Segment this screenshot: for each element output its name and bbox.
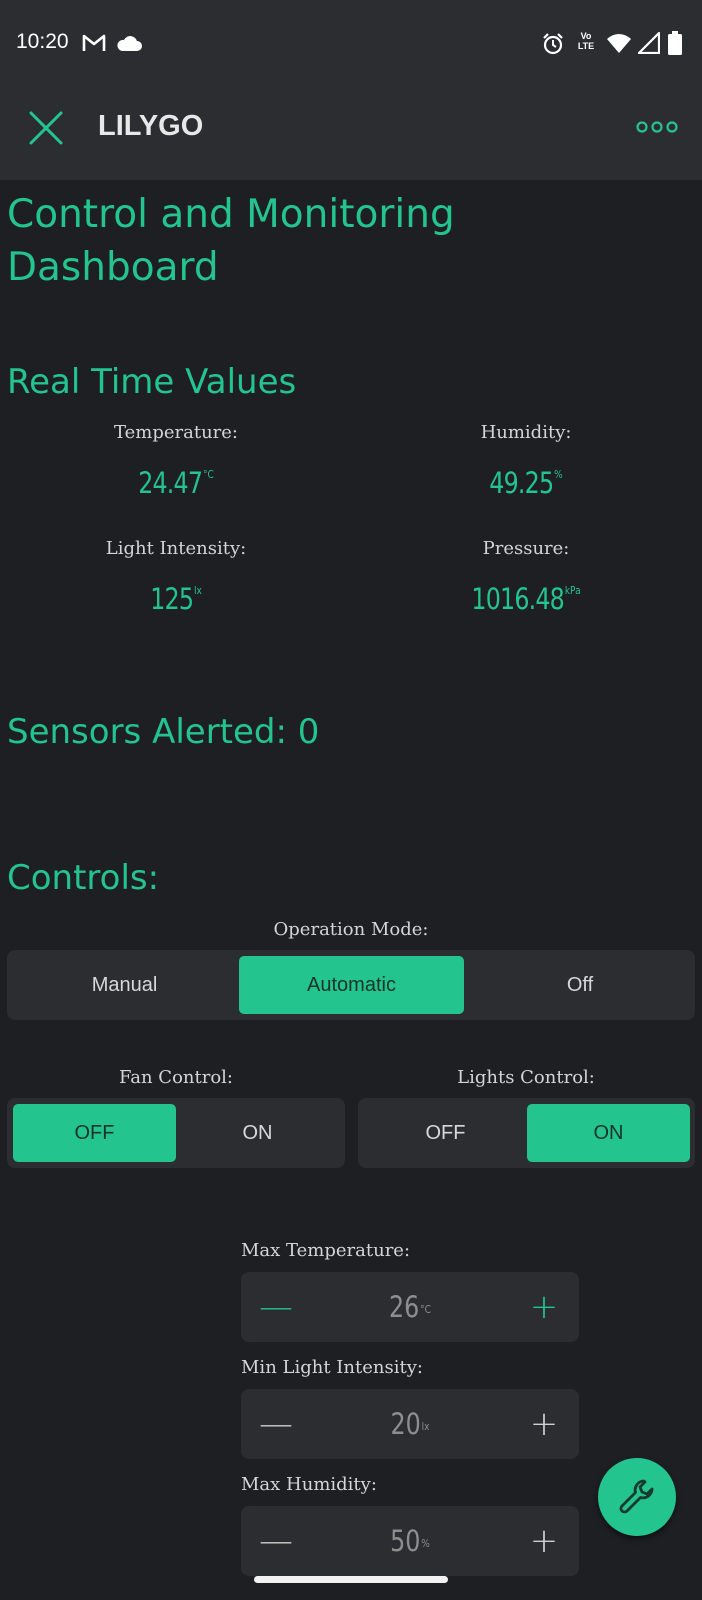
light-label: Light Intensity: — [105, 538, 247, 559]
max-humidity-plus-button[interactable]: + — [509, 1506, 579, 1576]
dashboard-heading: Control and Monitoring Dashboard — [7, 192, 455, 290]
temperature-unit: °C — [202, 468, 214, 481]
fan-control-switch: OFF ON — [7, 1098, 345, 1168]
max-temperature-value: 26 °C — [389, 1290, 431, 1324]
cloud-icon — [117, 36, 142, 51]
pressure-label: Pressure: — [482, 538, 570, 559]
max-humidity-value: 50% — [390, 1524, 430, 1558]
lights-on-button[interactable]: ON — [527, 1104, 690, 1162]
signal-icon — [638, 32, 660, 54]
wifi-icon — [607, 34, 631, 53]
min-light-minus-button[interactable]: — — [241, 1389, 311, 1459]
max-humidity-unit: % — [421, 1536, 430, 1550]
alarm-icon — [543, 33, 563, 55]
lights-off-button[interactable]: OFF — [364, 1104, 527, 1162]
min-light-stepper: — 20 lx + — [241, 1389, 579, 1459]
min-light-value: 20 lx — [390, 1407, 430, 1441]
operation-mode-selector: Manual Automatic Off — [7, 950, 695, 1020]
mode-off-button[interactable]: Off — [470, 956, 690, 1014]
min-light-plus-button[interactable]: + — [509, 1389, 579, 1459]
settings-fab[interactable] — [598, 1458, 676, 1536]
fan-on-button[interactable]: ON — [176, 1104, 339, 1162]
max-humidity-stepper: — 50% + — [241, 1506, 579, 1576]
light-unit: lx — [193, 584, 202, 597]
temperature-value: 24.47°C — [138, 466, 214, 500]
fan-control-label: Fan Control: — [118, 1067, 233, 1088]
alerts-text: Sensors Alerted: 0 — [7, 712, 320, 752]
min-light-label: Min Light Intensity: — [241, 1357, 423, 1378]
pressure-unit: kPa — [564, 584, 581, 597]
home-indicator[interactable] — [254, 1576, 448, 1583]
status-bar: 10:20 Vo LTE — [0, 0, 702, 88]
operation-mode-label: Operation Mode: — [273, 919, 429, 940]
max-temperature-minus-button[interactable]: — — [241, 1272, 311, 1342]
volte-label: Vo LTE — [577, 31, 595, 51]
status-time: 10:20 — [16, 30, 69, 53]
fan-off-button[interactable]: OFF — [13, 1104, 176, 1162]
controls-heading: Controls: — [7, 858, 160, 898]
lights-control-label: Lights Control: — [457, 1067, 595, 1088]
max-temperature-stepper: — 26 °C + — [241, 1272, 579, 1342]
max-temperature-plus-button[interactable]: + — [509, 1272, 579, 1342]
max-humidity-minus-button[interactable]: — — [241, 1506, 311, 1576]
max-humidity-label: Max Humidity: — [241, 1474, 377, 1495]
wrench-icon — [619, 1479, 654, 1514]
lights-control-switch: OFF ON — [358, 1098, 695, 1168]
light-value: 125lx — [150, 582, 202, 616]
gmail-icon — [82, 34, 106, 51]
max-temperature-label: Max Temperature: — [241, 1240, 411, 1261]
battery-icon — [668, 31, 682, 55]
humidity-label: Humidity: — [480, 422, 572, 443]
mode-automatic-button[interactable]: Automatic — [239, 956, 464, 1014]
max-temperature-unit: °C — [420, 1302, 431, 1316]
close-icon[interactable] — [28, 110, 64, 146]
more-icon[interactable] — [636, 121, 678, 133]
humidity-unit: % — [554, 468, 563, 481]
pressure-value: 1016.48kPa — [471, 582, 581, 616]
temperature-label: Temperature: — [114, 422, 238, 443]
mode-manual-button[interactable]: Manual — [12, 956, 237, 1014]
app-title: LILYGO — [98, 110, 204, 142]
humidity-value: 49.25% — [489, 466, 563, 500]
realtime-heading: Real Time Values — [7, 362, 297, 402]
min-light-unit: lx — [421, 1419, 430, 1433]
